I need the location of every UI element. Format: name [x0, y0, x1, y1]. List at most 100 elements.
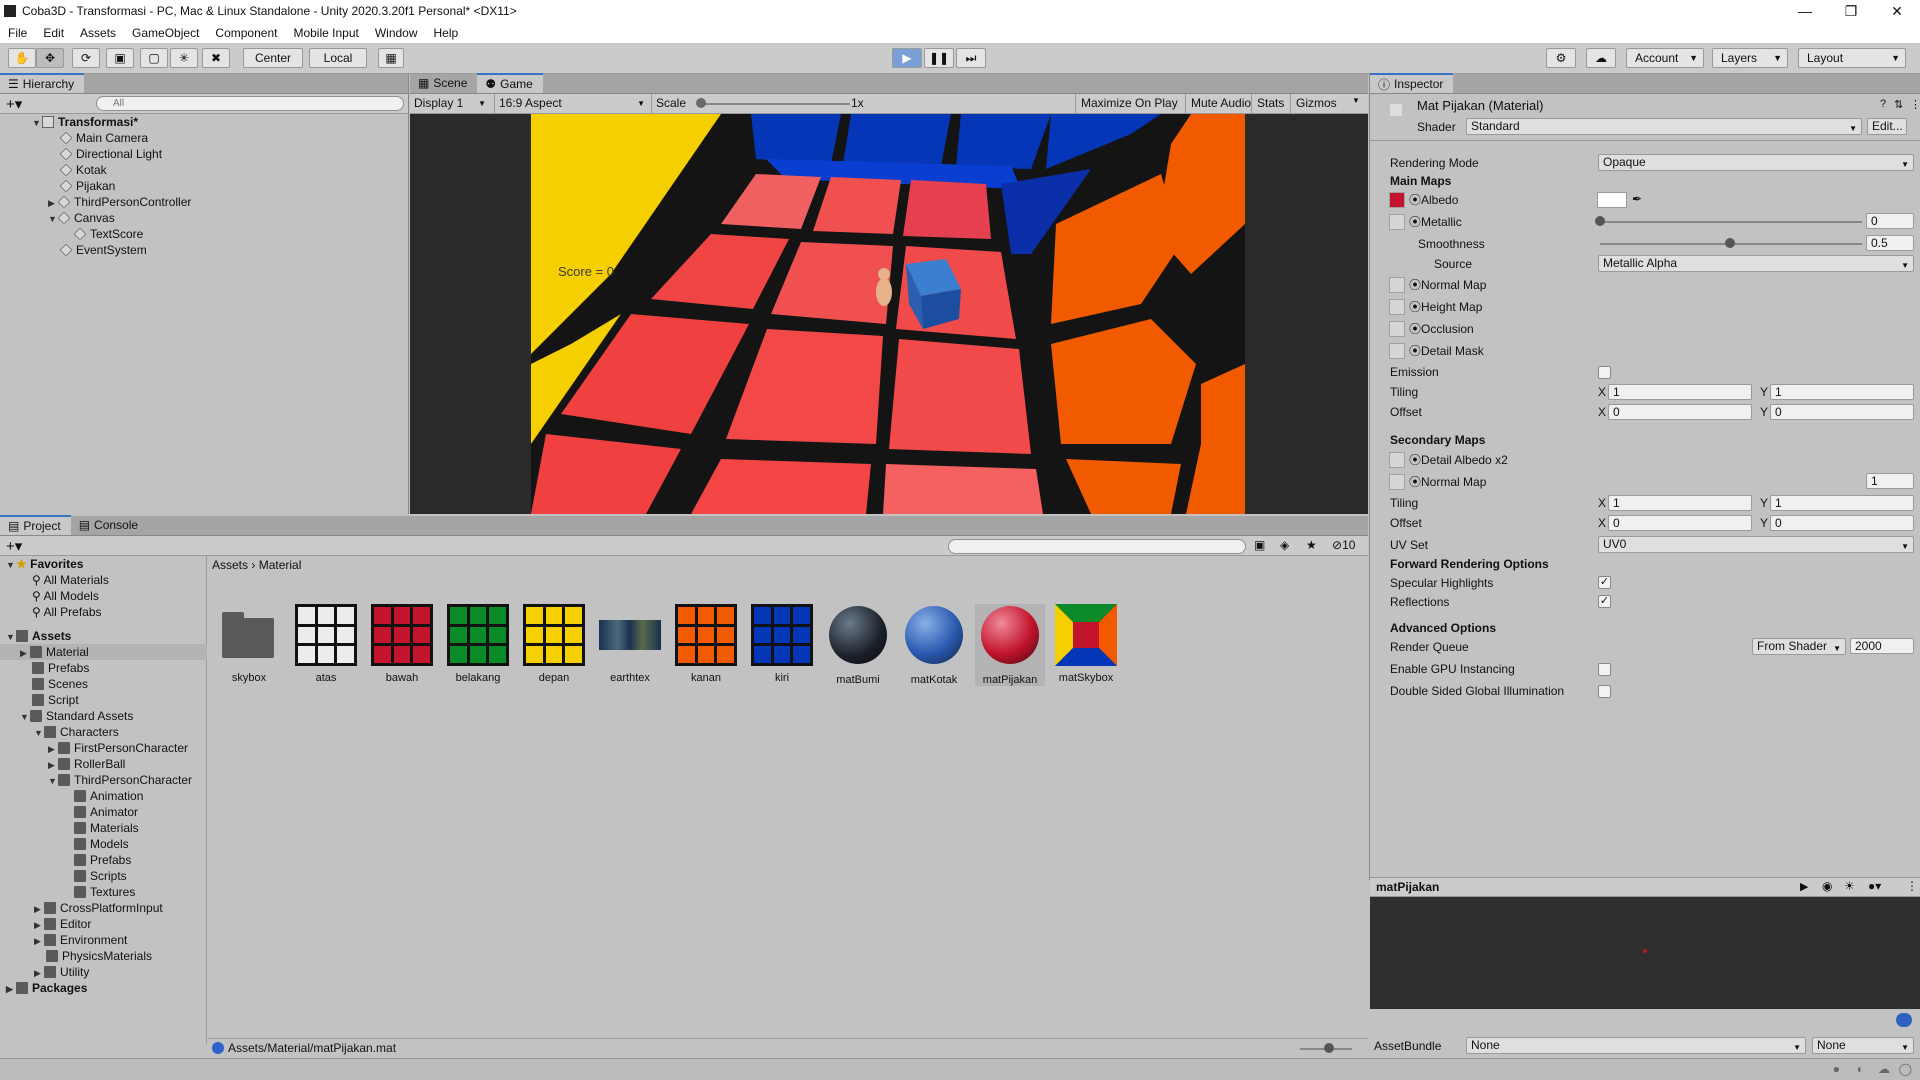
folder-firstpersoncharacter[interactable]: ▶ FirstPersonCharacter [48, 740, 188, 756]
transform-tool-icon[interactable]: ✳ [170, 48, 198, 68]
asset-earthtex[interactable]: earthtex [595, 604, 665, 684]
asset-belakang[interactable]: belakang [443, 604, 513, 684]
folder-textures[interactable]: Textures [74, 884, 135, 900]
shader-dropdown[interactable]: Standard ▼ [1466, 118, 1862, 135]
folder-rollerball[interactable]: ▶ RollerBall [48, 756, 125, 772]
metallic-texture-slot[interactable] [1389, 214, 1405, 230]
tree-item-thirdpersoncontroller[interactable]: ▶ ThirdPersonController [48, 194, 191, 210]
folder-editor[interactable]: ▶ Editor [34, 916, 91, 932]
gizmos-chevron-down-icon[interactable]: ▼ [1352, 96, 1360, 105]
menu-assets[interactable]: Assets [72, 26, 124, 40]
help-icon[interactable]: ? [1880, 98, 1886, 110]
metallic-slider-thumb[interactable] [1595, 216, 1605, 226]
cloud-icon[interactable]: ☁ [1586, 48, 1616, 68]
gpu-instancing-checkbox[interactable] [1598, 663, 1611, 676]
detail-mask-slot[interactable] [1389, 343, 1405, 359]
normal-map-slot[interactable] [1389, 277, 1405, 293]
menu-file[interactable]: File [0, 26, 35, 40]
preview-light-icon[interactable]: ☀ [1844, 879, 1855, 893]
folder-utility[interactable]: ▶ Utility [34, 964, 89, 980]
account-dropdown[interactable]: Account ▼ [1626, 48, 1704, 68]
asset-matkotak[interactable]: matKotak [899, 604, 969, 686]
project-search-input[interactable] [948, 539, 1246, 554]
fav-all-models[interactable]: ⚲ All Models [32, 588, 99, 604]
settings-icon[interactable]: ⇅ [1894, 98, 1903, 111]
asset-matbumi[interactable]: matBumi [823, 604, 893, 686]
expand-arrow-icon[interactable]: ▼ [48, 211, 58, 227]
stats-button[interactable]: Stats [1251, 94, 1289, 113]
more-icon[interactable]: ⋮ [1910, 98, 1920, 111]
scale-slider-thumb[interactable] [696, 98, 706, 108]
tiling2-x-field[interactable]: 1 [1608, 495, 1752, 511]
tree-item-kotak[interactable]: Kotak [59, 162, 107, 178]
folder-characters[interactable]: ▼ Characters [34, 724, 119, 740]
render-queue-field[interactable]: 2000 [1850, 638, 1914, 654]
tiling-x-field[interactable]: 1 [1608, 384, 1752, 400]
rotate-tool-icon[interactable]: ⟳ [72, 48, 100, 68]
eyedropper-icon[interactable]: ✒ [1632, 192, 1642, 206]
assetbundle-dropdown[interactable]: None ▼ [1466, 1037, 1806, 1054]
step-button[interactable]: ⏭ [956, 48, 986, 68]
tree-item-pijakan[interactable]: Pijakan [59, 178, 115, 194]
bug-icon[interactable]: ● [1833, 1062, 1840, 1076]
assets-root-row[interactable]: ▼ Assets [6, 628, 71, 644]
add-icon[interactable]: +▾ [6, 95, 22, 113]
folder-prefabs[interactable]: Prefabs [32, 660, 89, 676]
layers-dropdown[interactable]: Layers ▼ [1712, 48, 1788, 68]
gizmos-button[interactable]: Gizmos [1290, 94, 1352, 113]
offset-x-field[interactable]: 0 [1608, 404, 1752, 420]
folder-materials[interactable]: Materials [74, 820, 139, 836]
search-by-type-icon[interactable]: ▣ [1254, 538, 1265, 552]
menu-mobile-input[interactable]: Mobile Input [285, 26, 366, 40]
fav-all-prefabs[interactable]: ⚲ All Prefabs [32, 604, 102, 620]
move-tool-icon[interactable]: ✥ [36, 48, 64, 68]
asset-matskybox[interactable]: matSkybox [1051, 604, 1121, 684]
asset-matpijakan[interactable]: matPijakan [975, 604, 1045, 686]
hierarchy-search-input[interactable]: All [96, 96, 404, 111]
asset-kiri[interactable]: kiri [747, 604, 817, 684]
tree-item-main-camera[interactable]: Main Camera [59, 130, 148, 146]
tree-item-textscore[interactable]: TextScore [73, 226, 143, 242]
preview-shape-icon[interactable]: ●▾ [1868, 879, 1881, 893]
pivot-local-button[interactable]: Local [309, 48, 367, 68]
double-sided-gi-checkbox[interactable] [1598, 685, 1611, 698]
reflections-checkbox[interactable]: ✓ [1598, 595, 1611, 608]
notifications-icon[interactable]: ◯ [1899, 1062, 1912, 1076]
folder-physicsmaterials[interactable]: PhysicsMaterials [46, 948, 152, 964]
layout-dropdown[interactable]: Layout ▼ [1798, 48, 1906, 68]
albedo-texture-slot[interactable] [1389, 192, 1405, 208]
custom-tool-icon[interactable]: ✖ [202, 48, 230, 68]
expand-arrow-icon[interactable]: ▶ [48, 195, 58, 211]
emission-checkbox[interactable] [1598, 366, 1611, 379]
asset-kanan[interactable]: kanan [671, 604, 741, 684]
asset-depan[interactable]: depan [519, 604, 589, 684]
folder-prefabs-sub[interactable]: Prefabs [74, 852, 131, 868]
add-icon[interactable]: +▾ [6, 537, 22, 555]
source-dropdown[interactable]: Metallic Alpha ▼ [1598, 255, 1914, 272]
minimize-icon[interactable]: — [1782, 0, 1828, 22]
tab-project[interactable]: ▤ Project [0, 515, 71, 535]
material-preview[interactable] [1370, 897, 1920, 1009]
folder-thirdpersoncharacter[interactable]: ▼ ThirdPersonCharacter [48, 772, 192, 788]
folder-animation[interactable]: Animation [74, 788, 143, 804]
offset2-x-field[interactable]: 0 [1608, 515, 1752, 531]
tab-scene[interactable]: ▦ Scene [410, 73, 477, 93]
tiling-y-field[interactable]: 1 [1770, 384, 1914, 400]
offset-y-field[interactable]: 0 [1770, 404, 1914, 420]
favorite-icon[interactable]: ★ [1306, 538, 1317, 552]
packages-row[interactable]: ▶ Packages [6, 980, 87, 996]
tab-game[interactable]: ⚉ Game [477, 73, 543, 93]
scale-tool-icon[interactable]: ▣ [106, 48, 134, 68]
render-queue-dropdown[interactable]: From Shader ▼ [1752, 638, 1846, 655]
preview-more-icon[interactable]: ⋮ [1906, 879, 1918, 893]
hidden-packages-icon[interactable]: ⊘10 [1332, 538, 1355, 552]
offset2-y-field[interactable]: 0 [1770, 515, 1914, 531]
scale-slider-track[interactable] [700, 103, 850, 105]
folder-script[interactable]: Script [32, 692, 79, 708]
secondary-normal-scale-field[interactable]: 1 [1866, 473, 1914, 489]
assetbundle-variant-dropdown[interactable]: None ▼ [1812, 1037, 1914, 1054]
detail-albedo-slot[interactable] [1389, 452, 1405, 468]
asset-skybox[interactable]: skybox [214, 604, 284, 684]
asset-atas[interactable]: atas [291, 604, 361, 684]
folder-animator[interactable]: Animator [74, 804, 138, 820]
